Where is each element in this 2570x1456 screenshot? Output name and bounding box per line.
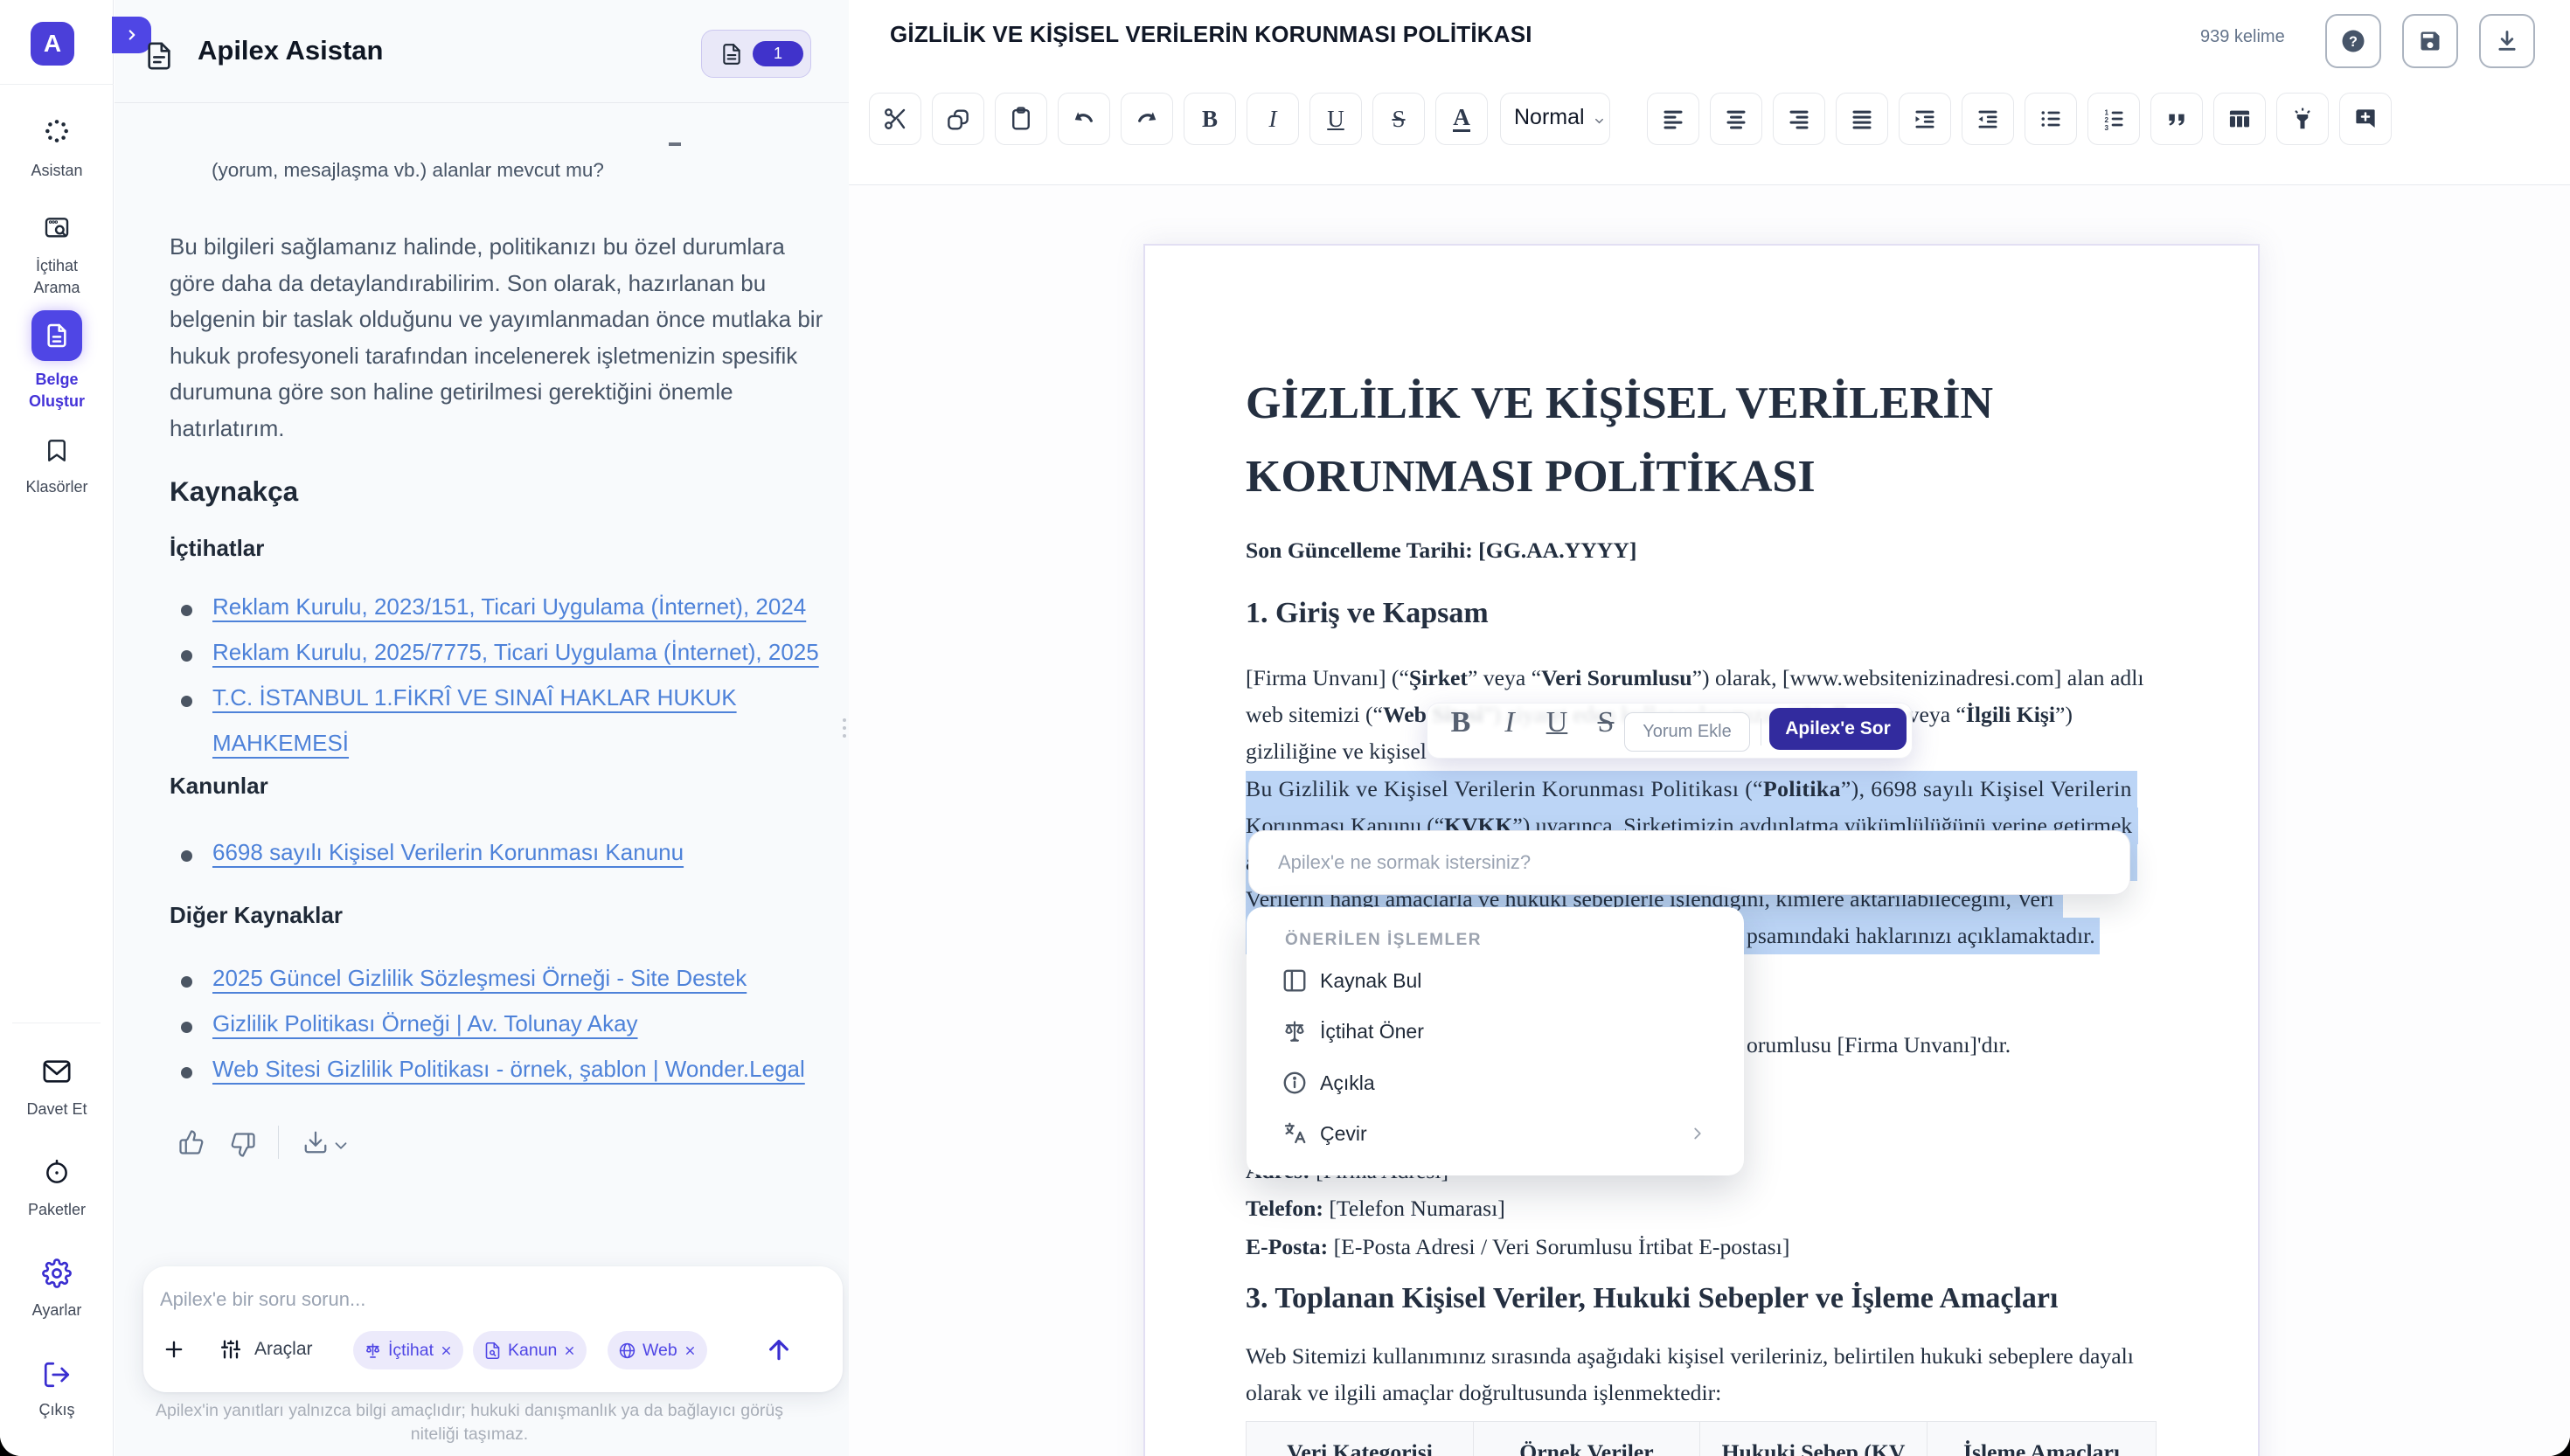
svg-text:3: 3: [2105, 124, 2109, 131]
svg-text:2: 2: [2105, 116, 2109, 124]
svg-text:?: ?: [2349, 34, 2358, 50]
svg-text:1: 1: [2105, 108, 2109, 116]
